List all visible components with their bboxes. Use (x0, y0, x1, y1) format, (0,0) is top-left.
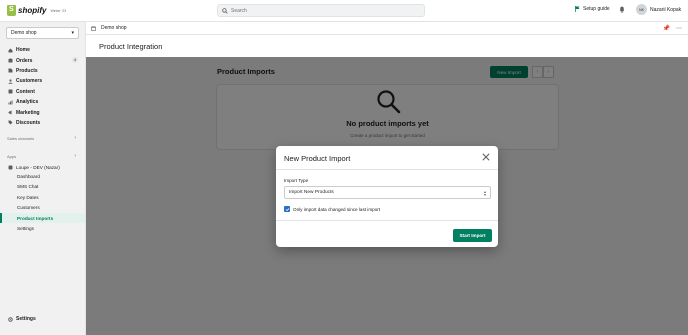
shopify-bag-icon (7, 5, 16, 16)
sidebar: Demo shop ▾ Home Orders 4 Products Custo… (0, 22, 86, 335)
store-icon (91, 25, 96, 31)
sidebar-item-marketing[interactable]: Marketing (0, 107, 86, 117)
sidebar-item-label: Settings (16, 316, 36, 322)
import-type-label: Import Type (284, 178, 309, 183)
sidebar-item-customers[interactable]: Customers (0, 76, 86, 86)
sidebar-item-product-imports[interactable]: Product Imports (0, 213, 85, 224)
user-name: Nazarii Kopak (650, 6, 682, 13)
sidebar-item-label: Dashboard (17, 173, 40, 179)
select-arrows-icon: ▴ ▾ (483, 189, 486, 197)
sidebar-item-dashboard[interactable]: Dashboard (0, 171, 85, 181)
top-bar: shopify Winter '23 Search Setup guide NK… (0, 0, 688, 22)
app-icon (8, 165, 13, 170)
customers-icon (8, 79, 13, 84)
logo-text: shopify (18, 6, 47, 15)
shop-selector-label: Demo shop (11, 30, 37, 36)
sidebar-item-label: Home (16, 47, 30, 54)
new-product-import-modal: New Product Import Import Type Import Ne… (276, 146, 498, 247)
modal-footer: Start Import (276, 220, 498, 247)
discounts-icon (8, 120, 13, 125)
orders-count-badge: 4 (72, 57, 78, 64)
setup-guide-link[interactable]: Setup guide (575, 6, 610, 12)
changed-data-label: Only import data changed since last impo… (293, 206, 381, 212)
avatar: NK (636, 4, 647, 15)
sidebar-item-label: Analytics (16, 99, 39, 106)
sales-channels-label: Sales channels (7, 136, 35, 141)
search-icon (222, 7, 228, 14)
shop-selector[interactable]: Demo shop ▾ (6, 27, 79, 39)
sidebar-item-label: Settings (17, 226, 34, 232)
main-nav: Home Orders 4 Products Customers Content… (0, 45, 86, 128)
changed-data-option[interactable]: Only import data changed since last impo… (284, 206, 380, 212)
sidebar-item-discounts[interactable]: Discounts (0, 118, 86, 128)
sidebar-item-app-settings[interactable]: Settings (0, 224, 85, 234)
app-header-actions: 📌 ⋯ (663, 25, 682, 32)
sidebar-item-analytics[interactable]: Analytics (0, 97, 86, 107)
shopify-logo[interactable]: shopify Winter '23 (7, 5, 66, 16)
home-icon (8, 48, 13, 53)
sidebar-item-key-dates[interactable]: Key Dates (0, 192, 85, 202)
breadcrumb[interactable]: Demo shop (101, 25, 127, 31)
sidebar-item-label: Key Dates (17, 194, 39, 200)
analytics-icon (8, 100, 13, 105)
modal-header: New Product Import (276, 146, 498, 170)
content-icon (8, 89, 13, 94)
chevron-right-icon[interactable]: › (74, 153, 76, 159)
checkmark-icon (285, 207, 289, 211)
pin-icon[interactable]: 📌 (663, 25, 670, 32)
sidebar-item-label: Orders (16, 57, 33, 64)
import-type-value: Import New Products (289, 190, 334, 195)
modal-title: New Product Import (284, 154, 351, 163)
sidebar-item-orders[interactable]: Orders 4 (0, 55, 86, 65)
sidebar-item-label: Customers (17, 205, 40, 211)
changed-data-checkbox[interactable] (284, 206, 290, 212)
sidebar-item-content[interactable]: Content (0, 87, 86, 97)
chevron-right-icon[interactable]: › (74, 135, 76, 141)
apps-label: Apps (7, 154, 17, 159)
sidebar-item-label: Marketing (16, 109, 40, 116)
sidebar-item-label: Discounts (16, 119, 41, 126)
sidebar-item-label: Product Imports (17, 215, 54, 221)
start-import-button[interactable]: Start Import (453, 229, 492, 242)
app-name: Loupe - DEV (Nazar) (16, 164, 60, 170)
user-menu[interactable]: NK Nazarii Kopak (636, 4, 681, 15)
caret-down-icon: ▾ (71, 30, 74, 36)
bell-icon (619, 6, 625, 13)
app-header-bar: Demo shop 📌 ⋯ (86, 22, 688, 35)
products-icon (8, 68, 13, 73)
more-icon[interactable]: ⋯ (676, 25, 682, 32)
flag-icon (575, 6, 580, 12)
logo-edition: Winter '23 (50, 8, 67, 13)
close-icon (482, 153, 490, 161)
sidebar-item-settings[interactable]: Settings (8, 316, 36, 322)
gear-icon (8, 316, 13, 322)
search-input[interactable]: Search (217, 4, 425, 17)
sidebar-item-label: SMS Chat (17, 184, 39, 190)
close-button[interactable] (481, 152, 491, 162)
sidebar-item-label: Products (16, 67, 38, 74)
page-header: Product Integration (86, 35, 688, 57)
sidebar-item-sms-chat[interactable]: SMS Chat (0, 182, 85, 192)
marketing-icon (8, 110, 12, 115)
notifications-button[interactable] (619, 6, 625, 15)
setup-guide-label: Setup guide (583, 6, 610, 12)
sidebar-item-products[interactable]: Products (0, 66, 86, 76)
sidebar-item-home[interactable]: Home (0, 45, 86, 55)
page-title: Product Integration (99, 42, 163, 51)
sidebar-item-label: Content (16, 88, 35, 95)
orders-icon (8, 58, 13, 63)
sidebar-item-label: Customers (16, 78, 43, 85)
search-placeholder: Search (231, 7, 247, 14)
sidebar-item-app-customers[interactable]: Customers (0, 203, 85, 213)
import-type-select[interactable]: Import New Products ▴ ▾ (284, 186, 491, 199)
